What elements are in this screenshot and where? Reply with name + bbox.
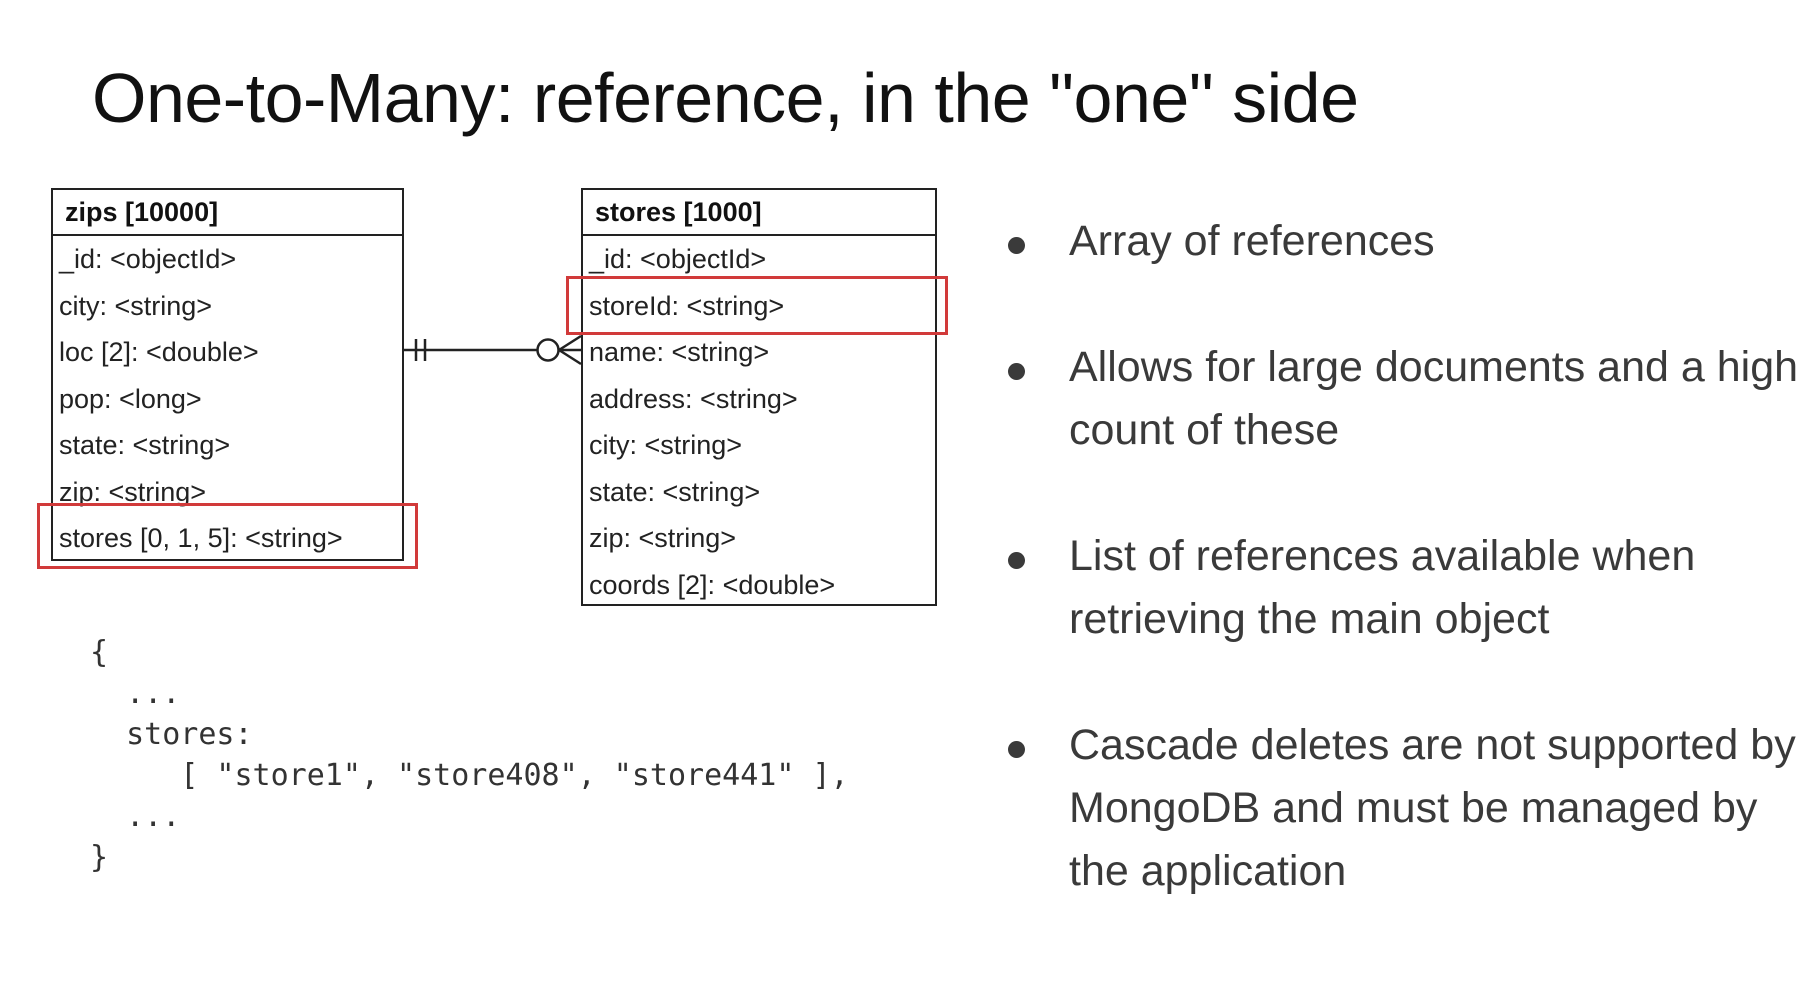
bullet-text: Cascade deletes are not supported by Mon… (1069, 721, 1796, 895)
bullet-item: Allows for large documents and a high co… (1008, 336, 1808, 462)
connector-crow-foot-bottom (558, 348, 582, 366)
zips-stores-highlight (37, 503, 418, 569)
bullet-dot-icon (1008, 552, 1025, 569)
zips-field-city: city: <string> (59, 290, 213, 321)
stores-field-name: name: <string> (589, 337, 770, 367)
bullet-text: Array of references (1069, 217, 1435, 265)
bullet-dot-icon (1008, 363, 1025, 380)
zips-entity-header: zips [10000] (53, 190, 402, 236)
stores-entity-header: stores [1000] (583, 190, 935, 236)
bullet-dot-icon (1008, 741, 1025, 758)
connector-crow-foot-top (558, 334, 582, 352)
zips-field-pop: pop: <long> (59, 383, 202, 414)
one-to-many-connector (404, 334, 582, 366)
code-sample: { ... stores: [ "store1", "store408", "s… (90, 632, 849, 878)
stores-field-coords: coords [2]: <double> (589, 569, 836, 600)
code-line-close: } (90, 840, 109, 875)
stores-field-city: city: <string> (589, 430, 743, 460)
bullet-item: List of references available when retrie… (1008, 525, 1808, 651)
connector-zero-circle (536, 338, 560, 362)
bullet-text: Allows for large documents and a high co… (1069, 343, 1799, 454)
stores-storeid-highlight (566, 276, 948, 335)
bullet-text: List of references available when retrie… (1069, 532, 1696, 643)
bullet-dot-icon (1008, 237, 1025, 254)
bullet-list: Array of references Allows for large doc… (1008, 210, 1808, 903)
slide-title: One-to-Many: reference, in the "one" sid… (92, 59, 1359, 137)
stores-field-state: state: <string> (589, 476, 761, 507)
bullet-item: Array of references (1008, 210, 1808, 273)
code-line-open: { (90, 635, 109, 670)
zips-field-id: _id: <objectId> (59, 244, 237, 274)
stores-field-zip: zip: <string> (589, 523, 737, 553)
zips-field-loc: loc [2]: <double> (59, 337, 259, 367)
stores-field-address: address: <string> (589, 383, 798, 414)
zips-field-state: state: <string> (59, 430, 231, 460)
code-line-ellipsis-2: ... (90, 799, 181, 834)
stores-entity: stores [1000] _id: <objectId> storeId: <… (581, 188, 937, 606)
bullet-item: Cascade deletes are not supported by Mon… (1008, 714, 1808, 903)
code-line-ellipsis-1: ... (90, 676, 181, 711)
code-line-key: stores: (90, 717, 253, 752)
code-line-value: [ "store1", "store408", "store441" ], (90, 758, 849, 793)
